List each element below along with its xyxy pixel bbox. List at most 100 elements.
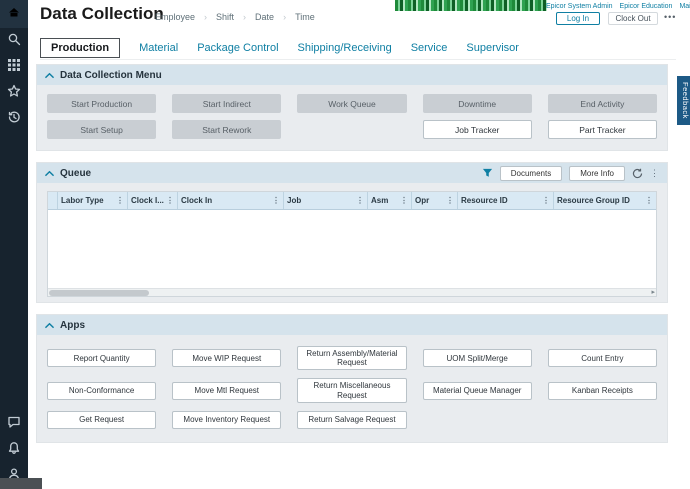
column-header-clock-i[interactable]: Clock I... ⋮ [128, 192, 178, 209]
apps-grid-nav-button[interactable] [0, 54, 28, 80]
tab-supervisor[interactable]: Supervisor [466, 38, 519, 58]
column-header-resource-id[interactable]: Resource ID ⋮ [458, 192, 554, 209]
start-production-button[interactable]: Start Production [47, 94, 156, 113]
return-salvage-request-button[interactable]: Return Salvage Request [297, 411, 406, 429]
data-collection-menu-section: Data Collection Menu Start Production St… [36, 64, 668, 151]
account-links: Epicor System Admin Epicor Education Mai… [546, 3, 690, 10]
search-nav-button[interactable] [0, 28, 28, 54]
end-activity-button[interactable]: End Activity [548, 94, 657, 113]
column-header-job[interactable]: Job ⋮ [284, 192, 368, 209]
column-label: Clock In [181, 196, 212, 205]
menu-section-title: Data Collection Menu [60, 70, 162, 81]
notifications-nav-button[interactable] [0, 437, 28, 463]
start-setup-button[interactable]: Start Setup [47, 120, 156, 139]
feedback-chat-nav-button[interactable] [0, 411, 28, 437]
collapse-chevron-icon[interactable] [45, 322, 54, 329]
column-menu-kebab-icon[interactable]: ⋮ [400, 197, 408, 205]
start-indirect-button[interactable]: Start Indirect [172, 94, 281, 113]
more-info-button[interactable]: More Info [569, 166, 625, 181]
column-label: Job [287, 196, 301, 205]
get-request-button[interactable]: Get Request [47, 411, 156, 429]
work-queue-button[interactable]: Work Queue [297, 94, 406, 113]
grid-options-kebab-icon[interactable]: ⋮ [650, 169, 659, 178]
count-entry-button[interactable]: Count Entry [548, 349, 657, 367]
history-nav-button[interactable] [0, 106, 28, 132]
horizontal-scrollbar[interactable]: ▸ [48, 288, 656, 296]
uom-split-merge-button[interactable]: UOM Split/Merge [423, 349, 532, 367]
queue-grid-body-empty [48, 210, 656, 288]
move-wip-request-button[interactable]: Move WIP Request [172, 349, 281, 367]
queue-section: Queue Documents More Info ⋮ [36, 162, 668, 303]
return-assembly-material-request-button[interactable]: Return Assembly/Material Request [297, 346, 406, 370]
material-queue-manager-button[interactable]: Material Queue Manager [423, 382, 532, 400]
column-header-resource-group-id[interactable]: Resource Group ID ⋮ [554, 192, 656, 209]
tab-material[interactable]: Material [139, 38, 178, 58]
favorites-nav-button[interactable] [0, 80, 28, 106]
education-link[interactable]: Epicor Education [620, 3, 673, 10]
employee-field[interactable]: Employee [155, 12, 195, 22]
plant-link[interactable]: Main Plant [679, 3, 690, 10]
move-inventory-request-button[interactable]: Move Inventory Request [172, 411, 281, 429]
field-separator-icon: › [283, 12, 286, 22]
collapse-chevron-icon[interactable] [45, 72, 54, 79]
queue-grid-header-row: Labor Type ⋮ Clock I... ⋮ Clock In ⋮ J [48, 192, 656, 210]
downtime-button[interactable]: Downtime [423, 94, 532, 113]
refresh-icon[interactable] [632, 168, 643, 179]
column-menu-kebab-icon[interactable]: ⋮ [645, 197, 653, 205]
star-icon [7, 84, 21, 103]
apps-section-header: Apps [37, 315, 667, 335]
filter-funnel-icon[interactable] [482, 168, 493, 179]
queue-toolbar: Documents More Info ⋮ [482, 166, 659, 181]
report-quantity-button[interactable]: Report Quantity [47, 349, 156, 367]
column-header-labor-type[interactable]: Labor Type ⋮ [58, 192, 128, 209]
apps-section-title: Apps [60, 320, 85, 331]
clock-out-button[interactable]: Clock Out [608, 12, 658, 25]
home-icon [7, 5, 21, 24]
non-conformance-button[interactable]: Non-Conformance [47, 382, 156, 400]
queue-section-title: Queue [60, 168, 91, 179]
column-menu-kebab-icon[interactable]: ⋮ [542, 197, 550, 205]
page-title: Data Collection [40, 4, 164, 24]
move-mtl-request-button[interactable]: Move Mtl Request [172, 382, 281, 400]
column-menu-kebab-icon[interactable]: ⋮ [272, 197, 280, 205]
system-admin-link[interactable]: Epicor System Admin [546, 3, 613, 10]
overflow-menu-icon[interactable]: ••• [664, 12, 676, 22]
feedback-tab[interactable]: Feedback [677, 76, 690, 125]
apps-button-grid: Report Quantity Move WIP Request Return … [37, 335, 667, 442]
start-rework-button[interactable]: Start Rework [172, 120, 281, 139]
column-header-asm[interactable]: Asm ⋮ [368, 192, 412, 209]
column-menu-kebab-icon[interactable]: ⋮ [166, 197, 174, 205]
documents-button[interactable]: Documents [500, 166, 562, 181]
column-menu-kebab-icon[interactable]: ⋮ [446, 197, 454, 205]
return-miscellaneous-request-button[interactable]: Return Miscellaneous Request [297, 378, 406, 402]
bell-icon [7, 441, 21, 460]
horizontal-scrollbar-thumb[interactable] [49, 290, 149, 296]
scroll-right-arrow-icon[interactable]: ▸ [651, 289, 655, 297]
menu-button-grid: Start Production Start Indirect Work Que… [37, 85, 667, 150]
tab-package-control[interactable]: Package Control [197, 38, 278, 58]
column-header-clock-in[interactable]: Clock In ⋮ [178, 192, 284, 209]
job-tracker-button[interactable]: Job Tracker [423, 120, 532, 139]
tab-shipping-receiving[interactable]: Shipping/Receiving [298, 38, 392, 58]
apps-grid-icon [7, 58, 21, 77]
column-label: Opr [415, 196, 429, 205]
tab-service[interactable]: Service [411, 38, 448, 58]
select-all-column-header[interactable] [48, 192, 58, 209]
background-window-peek [0, 478, 42, 489]
shift-field[interactable]: Shift [216, 12, 234, 22]
header-fields: Employee › Shift › Date › Time [155, 12, 315, 22]
column-menu-kebab-icon[interactable]: ⋮ [356, 197, 364, 205]
left-nav-sidebar [0, 0, 28, 489]
collapse-chevron-icon[interactable] [45, 170, 54, 177]
chat-bubble-icon [7, 415, 21, 434]
column-header-opr[interactable]: Opr ⋮ [412, 192, 458, 209]
date-field[interactable]: Date [255, 12, 274, 22]
kanban-receipts-button[interactable]: Kanban Receipts [548, 382, 657, 400]
column-label: Labor Type [61, 196, 104, 205]
home-nav-button[interactable] [0, 0, 28, 28]
part-tracker-button[interactable]: Part Tracker [548, 120, 657, 139]
time-field[interactable]: Time [295, 12, 315, 22]
log-in-button[interactable]: Log In [556, 12, 600, 25]
column-menu-kebab-icon[interactable]: ⋮ [116, 197, 124, 205]
tab-production[interactable]: Production [40, 38, 120, 58]
